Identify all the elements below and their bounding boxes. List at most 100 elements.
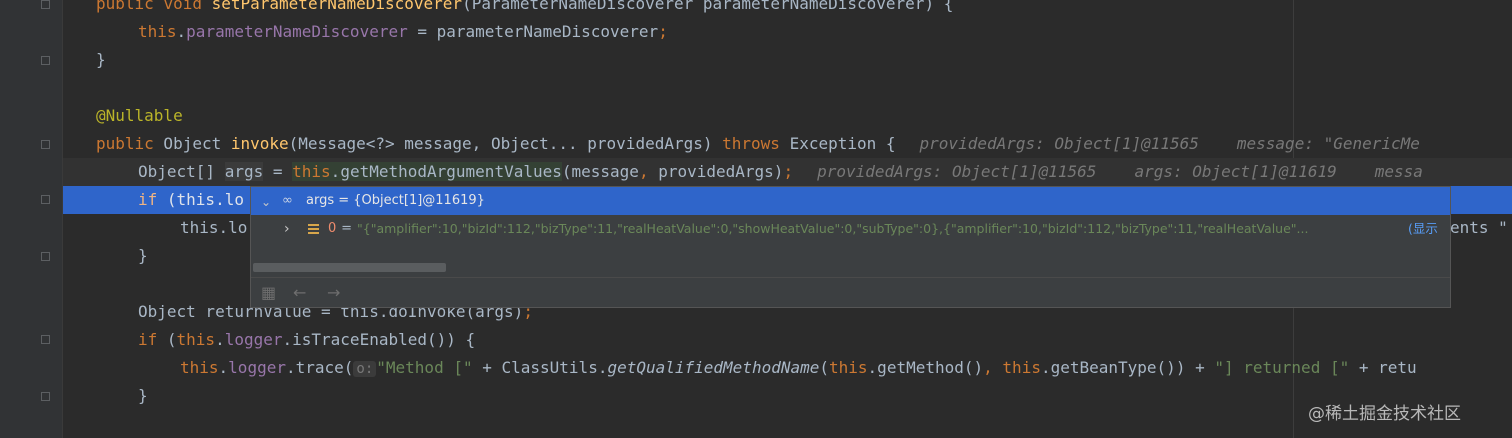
keyword: public bbox=[96, 134, 154, 153]
code-text: . bbox=[215, 330, 225, 349]
comma: , bbox=[983, 358, 993, 377]
comma: , bbox=[638, 162, 649, 181]
semicolon: ; bbox=[783, 162, 794, 181]
tree-node-label: args = {Object[1]@11619} bbox=[306, 193, 485, 208]
fold-marker-icon[interactable] bbox=[41, 392, 50, 401]
code-line-close-brace[interactable]: } bbox=[138, 382, 148, 410]
code-line-args-assignment[interactable]: Object[] args = this.getMethodArgumentVa… bbox=[138, 158, 1423, 186]
code-text: this.lo bbox=[180, 218, 248, 237]
code-text: (this.lo bbox=[157, 190, 244, 209]
parameter-hint: o: bbox=[353, 361, 377, 377]
chevron-down-icon[interactable]: ⌄ bbox=[261, 188, 271, 216]
fold-marker-icon[interactable] bbox=[41, 0, 50, 9]
show-full-value-link[interactable]: (显示 bbox=[1408, 215, 1438, 243]
code-line-close-brace[interactable]: } bbox=[138, 242, 148, 270]
string-literal: "Method [" bbox=[376, 358, 473, 377]
code-text: . bbox=[218, 358, 229, 377]
field-name: logger bbox=[228, 358, 286, 377]
code-text: Object bbox=[153, 134, 231, 153]
equals-sign: = bbox=[337, 221, 357, 236]
code-text: ( bbox=[819, 358, 830, 377]
fold-marker-icon[interactable] bbox=[41, 252, 50, 261]
code-text: ( bbox=[157, 330, 177, 349]
keyword: void bbox=[163, 0, 202, 13]
editor-gutter[interactable] bbox=[0, 0, 62, 438]
code-line-logger-debug[interactable]: this.lo bbox=[180, 214, 247, 242]
code-text: } bbox=[138, 246, 148, 265]
method-name: setParameterNameDiscoverer bbox=[211, 0, 463, 13]
keyword-this: this bbox=[292, 162, 331, 181]
back-arrow-icon[interactable]: ← bbox=[293, 283, 306, 302]
watermark-text: @稀土掘金技术社区 bbox=[1308, 404, 1461, 424]
field-name: logger bbox=[224, 330, 283, 349]
keyword: public bbox=[96, 0, 154, 13]
static-method-call: getQualifiedMethodName bbox=[607, 358, 820, 377]
code-text: + ClassUtils. bbox=[472, 358, 608, 377]
variable-args[interactable]: args bbox=[224, 162, 264, 181]
string-value: "{"amplifier":10,"bizId":112,"bizType":1… bbox=[357, 221, 1309, 236]
code-text: } bbox=[138, 386, 148, 405]
popup-toolbar-divider bbox=[251, 277, 1450, 278]
code-text: + retu bbox=[1349, 358, 1417, 377]
code-text: . bbox=[176, 22, 187, 41]
fold-marker-icon[interactable] bbox=[41, 140, 50, 149]
code-text: (message bbox=[561, 162, 639, 181]
open-in-window-icon[interactable]: ▦ bbox=[261, 283, 276, 302]
code-text: .getMethod() bbox=[867, 358, 984, 377]
keyword: if bbox=[138, 190, 158, 209]
keyword-this: this bbox=[180, 358, 219, 377]
code-text: .trace( bbox=[285, 358, 354, 377]
code-line-if-trace[interactable]: if (this.logger.isTraceEnabled()) { bbox=[138, 326, 475, 354]
semicolon: ; bbox=[658, 22, 668, 41]
code-line-annotation[interactable]: @Nullable bbox=[96, 102, 183, 130]
code-text: + bbox=[1185, 358, 1215, 377]
keyword-this: this bbox=[176, 330, 216, 349]
code-text: .getBeanType()) bbox=[1040, 358, 1186, 377]
inline-debug-value: providedArgs: Object[1]@11565 bbox=[817, 162, 1097, 181]
keyword-this: this bbox=[829, 358, 868, 377]
code-text: (ParameterNameDiscoverer parameterNameDi… bbox=[462, 0, 954, 13]
method-name: invoke bbox=[230, 134, 289, 153]
inline-debug-value: message: "GenericMe bbox=[1236, 134, 1420, 153]
code-text: (Message<?> message, Object... providedA… bbox=[288, 134, 723, 153]
code-text: = bbox=[263, 162, 293, 181]
gutter-separator bbox=[62, 0, 63, 438]
code-line-close-brace[interactable]: } bbox=[96, 46, 106, 74]
inline-debug-value: args: Object[1]@11619 bbox=[1134, 162, 1337, 181]
watch-glasses-icon: ∞ bbox=[282, 193, 293, 208]
code-line-if-debug[interactable]: if (this.lo bbox=[138, 186, 244, 214]
fold-marker-icon[interactable] bbox=[41, 335, 50, 344]
string-literal: "] returned [" bbox=[1214, 358, 1350, 377]
code-text: .isTraceEnabled()) { bbox=[282, 330, 476, 349]
code-line-logger-debug-tail: ents " bbox=[1450, 214, 1508, 242]
chevron-right-icon[interactable]: › bbox=[284, 215, 290, 243]
inline-debug-value: providedArgs: Object[1]@11565 bbox=[919, 134, 1199, 153]
code-text: Object[] bbox=[138, 162, 225, 181]
tree-node-element-0[interactable]: › 0 = "{"amplifier":10,"bizId":112,"bizT… bbox=[251, 215, 1450, 243]
field-name: parameterNameDiscoverer bbox=[186, 22, 408, 41]
code-text: = parameterNameDiscoverer bbox=[407, 22, 659, 41]
code-line-logger-trace[interactable]: this.logger.trace(o: "Method [" + ClassUt… bbox=[180, 354, 1417, 382]
fold-marker-icon[interactable] bbox=[41, 56, 50, 65]
code-text: } bbox=[96, 50, 106, 69]
code-line-assign-discoverer[interactable]: this.parameterNameDiscoverer = parameter… bbox=[138, 18, 668, 46]
fold-marker-icon[interactable] bbox=[41, 195, 50, 204]
keyword-this: this bbox=[138, 22, 177, 41]
scrollbar-thumb[interactable] bbox=[253, 263, 446, 272]
array-field-icon bbox=[308, 224, 319, 234]
debug-value-popup[interactable]: ⌄ ∞ args = {Object[1]@11619} › 0 = "{"am… bbox=[250, 186, 1451, 308]
code-text: providedArgs) bbox=[648, 162, 784, 181]
code-line-invoke-signature[interactable]: public Object invoke(Message<?> message,… bbox=[96, 130, 1420, 158]
inline-debug-value: messa bbox=[1374, 162, 1423, 181]
code-text: ents " bbox=[1450, 218, 1508, 237]
forward-arrow-icon[interactable]: → bbox=[327, 283, 340, 302]
code-line-set-parameter-name-discoverer[interactable]: public void setParameterNameDiscoverer(P… bbox=[96, 0, 953, 18]
keyword: throws bbox=[722, 134, 780, 153]
tree-node-args[interactable]: ⌄ ∞ args = {Object[1]@11619} bbox=[251, 187, 1450, 215]
keyword-this: this bbox=[1002, 358, 1041, 377]
code-text: . bbox=[330, 162, 341, 181]
array-index: 0 bbox=[328, 221, 337, 236]
code-text: Exception { bbox=[779, 134, 896, 153]
annotation-nullable: @Nullable bbox=[96, 106, 183, 125]
